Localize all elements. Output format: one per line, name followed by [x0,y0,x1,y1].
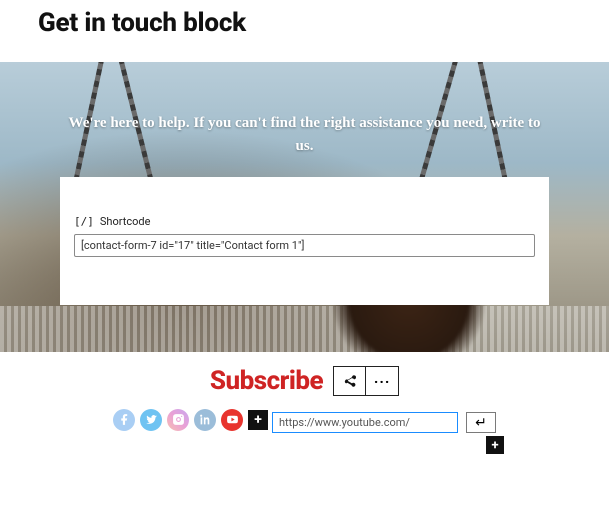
marina-decoration [0,306,609,352]
social-url-input[interactable] [272,412,458,433]
shortcode-block[interactable]: [/] Shortcode [60,177,549,305]
hero-text[interactable]: We're here to help. If you can't find th… [0,62,609,159]
social-url-row: ↵ + [272,412,496,433]
instagram-icon[interactable] [167,409,189,431]
subscribe-heading[interactable]: Subscribe [210,366,323,396]
shortcode-input[interactable] [74,234,535,257]
facebook-icon[interactable] [113,409,135,431]
subscribe-section: Subscribe ··· + [0,352,609,433]
social-links-block[interactable]: + ↵ + [0,406,609,433]
submit-url-button[interactable]: ↵ [466,412,496,433]
shortcode-label: Shortcode [100,215,151,228]
add-block-below-button[interactable]: + [486,436,504,454]
add-social-button[interactable]: + [248,410,268,430]
page-title: Get in touch block [0,0,609,44]
shortcode-header: [/] Shortcode [74,215,535,228]
youtube-icon[interactable] [221,409,243,431]
more-options-button[interactable]: ··· [366,367,398,396]
linkedin-icon[interactable] [194,409,216,431]
hero-section: We're here to help. If you can't find th… [0,62,609,352]
twitter-icon[interactable] [140,409,162,431]
block-type-button[interactable] [334,367,366,396]
shortcode-icon: [/] [74,215,94,228]
block-toolbar: ··· [333,366,399,396]
share-icon [342,374,358,390]
